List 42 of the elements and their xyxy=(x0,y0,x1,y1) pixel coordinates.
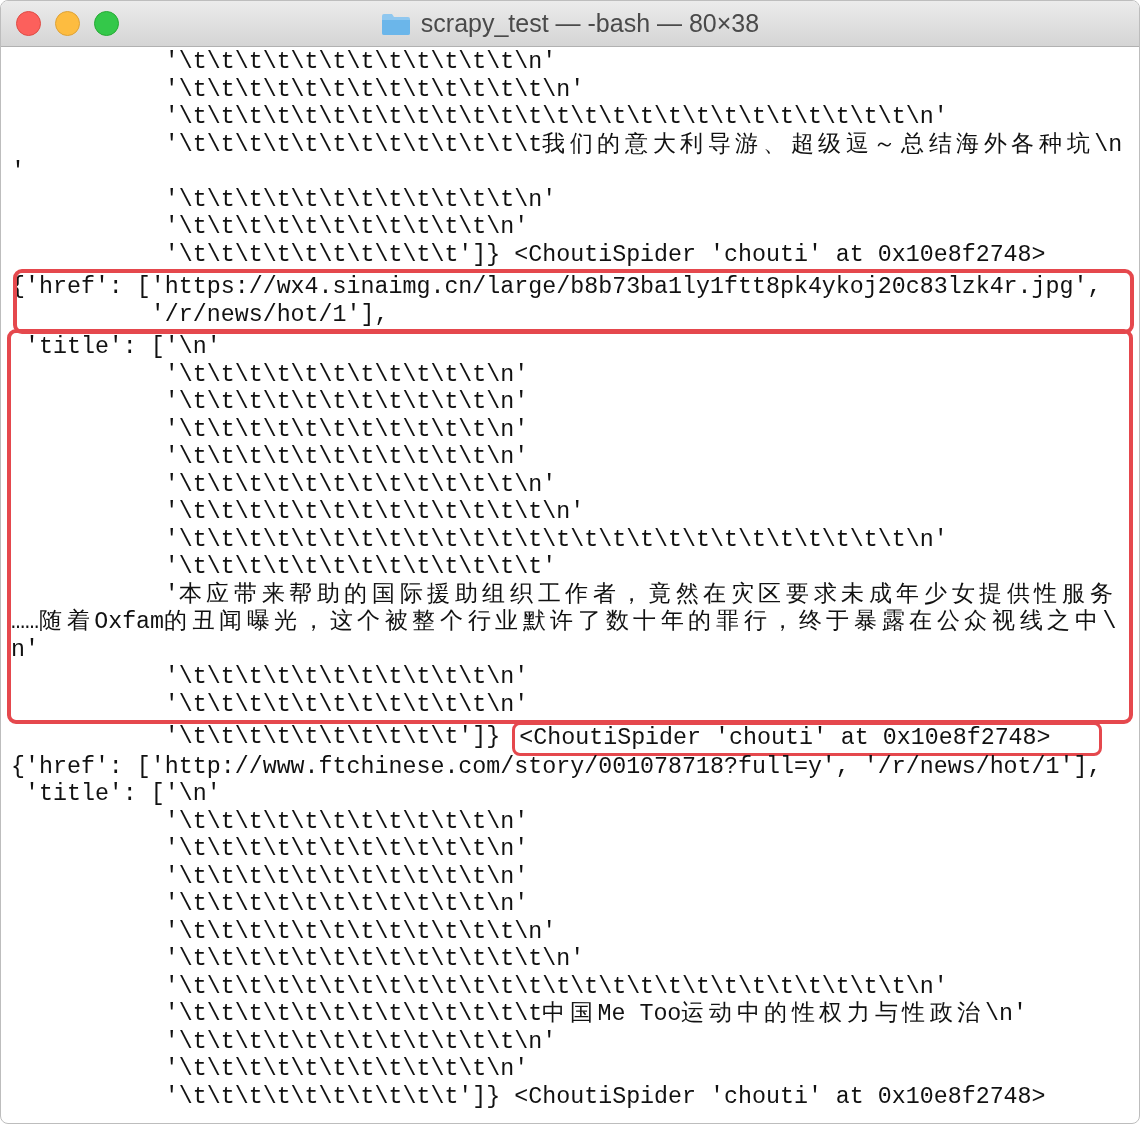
terminal-line: '\t\t\t\t\t\t\t\t\t\t\t\t\t\t\t\t\t\t\t\t\t\t\t\t\t\t\n' xyxy=(163,104,948,132)
terminal-line: '本应带来帮助的国际援助组织工作者，竟然在灾区要求未成年少女提供性服务 xyxy=(163,581,1118,608)
terminal-line: '\t\t\t\t\t\t\t\t\t\t\t\n' xyxy=(163,891,529,919)
zoom-button[interactable] xyxy=(94,11,119,36)
terminal-line: '\t\t\t\t\t\t\t\t\t\t\t\t\t\t\t\t\t\t\t\t\t\t\t\t\t\t\n' xyxy=(163,973,948,1001)
terminal-line: '\t\t\t\t\t\t\t\t\t\t\t\n' xyxy=(163,836,529,864)
terminal-line: '\t\t\t\t\t\t\t\t\t\t\t\t\t\t\t\t\t\t\t\t\t\t\t\t\t\t\n' xyxy=(163,526,948,554)
terminal-line: '\t\t\t\t\t\t\t\t\t\t\t\n' xyxy=(163,691,529,719)
close-button[interactable] xyxy=(16,11,41,36)
terminal-line: '/r/news/hot/1'], xyxy=(149,301,389,329)
terminal-line: '\t\t\t\t\t\t\t\t\t\t\t\t\n' xyxy=(163,1028,557,1056)
terminal-line: '\t\t\t\t\t\t\t\t\t\t\t\n' xyxy=(163,361,529,389)
terminal-line: '\t\t\t\t\t\t\t\t\t\t\t\n' xyxy=(163,1056,529,1084)
terminal-line: <ChoutiSpider 'chouti' at 0x10e8f2748> xyxy=(519,725,1051,751)
terminal-line: ' xyxy=(11,159,25,187)
terminal-line: '\t\t\t\t\t\t\t\t\t\t']} <ChoutiSpider 'chouti' at 0x10e8f2748> xyxy=(163,241,1046,269)
terminal-line: '\t\t\t\t\t\t\t\t\t\t\t\t\t我们的意大利导游、超级逗～总结海外各种坑\n xyxy=(163,131,1123,159)
terminal-line: '\t\t\t\t\t\t\t\t\t\t\t\n' xyxy=(163,444,529,472)
terminal-line: '\t\t\t\t\t\t\t\t\t\t\t\n' xyxy=(163,416,529,444)
terminal-line: '\t\t\t\t\t\t\t\t\t\t\t\t\t\n' xyxy=(163,946,585,974)
terminal-line: 'title': ['\n' xyxy=(23,781,221,809)
terminal-line: '\t\t\t\t\t\t\t\t\t\t']} <ChoutiSpider 'chouti' at 0x10e8f2748> xyxy=(163,1083,1046,1111)
terminal-line: 'title': ['\n' xyxy=(23,334,221,362)
terminal-line: '\t\t\t\t\t\t\t\t\t\t\t\t\t\n' xyxy=(163,499,585,527)
window-title: scrapy_test — -bash — 80×38 xyxy=(420,9,760,38)
folder-icon xyxy=(380,11,411,36)
terminal-line: '\t\t\t\t\t\t\t\t\t\t\t\n' xyxy=(163,664,529,692)
terminal-line: '\t\t\t\t\t\t\t\t\t\t\t\t\n' xyxy=(163,918,557,946)
terminal-line: '\t\t\t\t\t\t\t\t\t\t\t\n' xyxy=(163,863,529,891)
minimize-button[interactable] xyxy=(55,11,80,36)
terminal-line: '\t\t\t\t\t\t\t\t\t\t\t\t\t' xyxy=(163,554,557,582)
terminal-line: {'href': ['http://www.ftchinese.com/story/001078718?full=y', '/r/news/hot/1'], xyxy=(11,753,1102,781)
terminal-line: '\t\t\t\t\t\t\t\t\t\t']} xyxy=(163,724,502,752)
terminal-line: '\t\t\t\t\t\t\t\t\t\t\t\n' xyxy=(163,214,529,242)
terminal-line: '\t\t\t\t\t\t\t\t\t\t\t\n' xyxy=(163,389,529,417)
terminal-line: '\t\t\t\t\t\t\t\t\t\t\t\n' xyxy=(163,808,529,836)
terminal-line: '\t\t\t\t\t\t\t\t\t\t\t\t\t\n' xyxy=(163,76,585,104)
terminal-line: {'href': ['https://wx4.sinaimg.cn/large/b8b73ba1ly1ftt8pk4ykoj20c83lzk4r.jpg', xyxy=(11,274,1102,302)
terminal-line: '\t\t\t\t\t\t\t\t\t\t\t\t\n' xyxy=(163,186,557,214)
terminal-line: n' xyxy=(11,636,39,664)
terminal-line: '\t\t\t\t\t\t\t\t\t\t\t\t\n' xyxy=(163,471,557,499)
terminal-line: '\t\t\t\t\t\t\t\t\t\t\t\t\n' xyxy=(163,49,557,77)
